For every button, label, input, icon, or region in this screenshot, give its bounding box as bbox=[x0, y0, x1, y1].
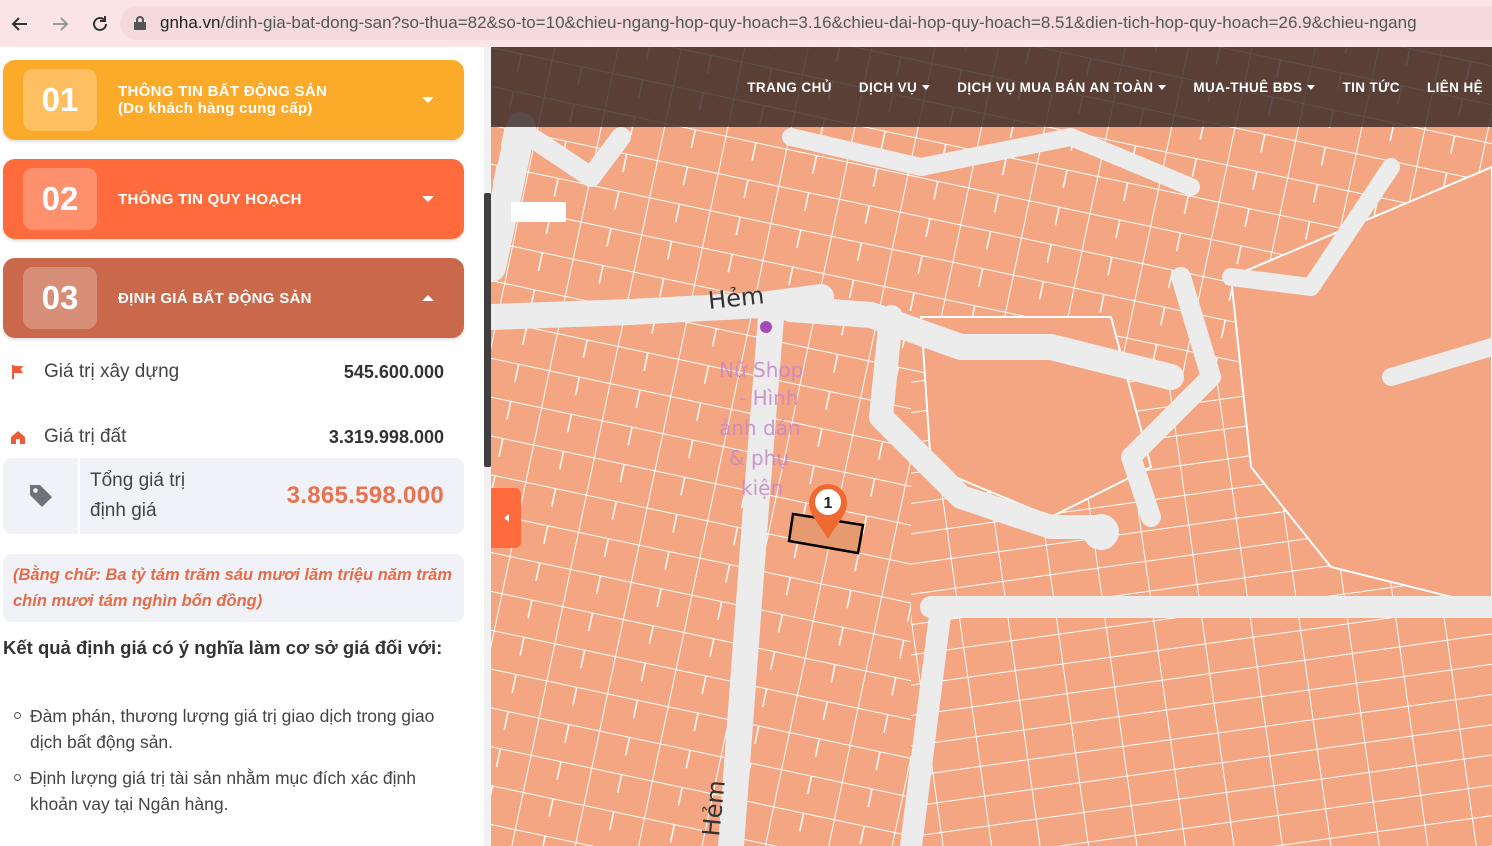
nav-safe-trade[interactable]: DỊCH VỤ MUA BÁN AN TOÀN bbox=[957, 80, 1167, 95]
browser-toolbar: gnha.vn/dinh-gia-bat-dong-san?so-thua=82… bbox=[0, 0, 1492, 47]
build-value-label: Giá trị xây dựng bbox=[44, 361, 180, 382]
build-value-row: Giá trị xây dựng 545.600.000 bbox=[3, 357, 464, 387]
total-value: 3.865.598.000 bbox=[286, 482, 444, 509]
step-number: 01 bbox=[23, 69, 97, 131]
marker-label: 1 bbox=[824, 495, 833, 512]
meaning-heading: Kết quả định giá có ý nghĩa làm cơ sở gi… bbox=[3, 637, 443, 658]
map-view[interactable]: Hẻm Hẻm Nữ Shop - Hình ảnh dán & phụ kiệ… bbox=[491, 47, 1492, 846]
chevron-down-icon bbox=[422, 196, 434, 202]
step-number: 03 bbox=[23, 267, 97, 329]
accordion-title: ĐỊNH GIÁ BẤT ĐỘNG SẢN bbox=[118, 289, 312, 307]
nav-buy-rent[interactable]: MUA-THUÊ BĐS bbox=[1193, 80, 1316, 95]
accordion-title: THÔNG TIN BẤT ĐỘNG SẢN (Do khách hàng cu… bbox=[118, 83, 328, 117]
caret-down-icon bbox=[922, 85, 931, 91]
list-item: Đàm phán, thương lượng giá trị giao dịch… bbox=[14, 703, 454, 755]
accordion-property-info[interactable]: 01 THÔNG TIN BẤT ĐỘNG SẢN (Do khách hàng… bbox=[3, 60, 464, 140]
lock-icon[interactable] bbox=[134, 16, 146, 30]
land-value: 3.319.998.000 bbox=[328, 426, 444, 447]
land-value-label: Giá trị đất bbox=[44, 426, 127, 447]
street-label-top: Hẻm bbox=[707, 281, 766, 315]
nav-services[interactable]: DỊCH VỤ bbox=[859, 80, 931, 95]
nav-contact[interactable]: LIÊN HỆ bbox=[1427, 80, 1483, 95]
nav-news[interactable]: TIN TỨC bbox=[1342, 80, 1400, 95]
accordion-valuation[interactable]: 03 ĐỊNH GIÁ BẤT ĐỘNG SẢN bbox=[3, 258, 464, 338]
step-number: 02 bbox=[23, 168, 97, 230]
flag-icon bbox=[3, 364, 33, 380]
street-label-bottom: Hẻm bbox=[697, 779, 731, 838]
poi-dot[interactable] bbox=[760, 321, 772, 333]
total-value-box: Tổng giá trị định giá 3.865.598.000 bbox=[3, 458, 464, 534]
amount-in-words: (Bằng chữ: Ba tỷ tám trăm sáu mươi lăm t… bbox=[3, 554, 464, 622]
collapse-panel-button[interactable] bbox=[491, 488, 521, 548]
caret-down-icon bbox=[1307, 85, 1316, 91]
back-arrow-icon[interactable] bbox=[0, 4, 40, 44]
valuation-panel: 01 THÔNG TIN BẤT ĐỘNG SẢN (Do khách hàng… bbox=[0, 47, 484, 846]
chevron-down-icon bbox=[422, 97, 434, 103]
meaning-list: Đàm phán, thương lượng giá trị giao dịch… bbox=[14, 703, 454, 827]
address-bar[interactable]: gnha.vn/dinh-gia-bat-dong-san?so-thua=82… bbox=[120, 6, 1492, 40]
reload-icon[interactable] bbox=[80, 4, 120, 44]
land-value-row: Giá trị đất 3.319.998.000 bbox=[3, 422, 464, 452]
scrollbar-thumb[interactable] bbox=[484, 193, 491, 467]
caret-down-icon bbox=[1158, 85, 1167, 91]
accordion-planning-info[interactable]: 02 THÔNG TIN QUY HOẠCH bbox=[3, 159, 464, 239]
top-navigation: TRANG CHỦ DỊCH VỤ DỊCH VỤ MUA BÁN AN TOÀ… bbox=[491, 47, 1492, 127]
chevron-left-icon bbox=[503, 514, 509, 522]
chevron-up-icon bbox=[422, 295, 434, 301]
total-value-label: Tổng giá trị định giá bbox=[90, 470, 186, 521]
house-icon bbox=[3, 429, 33, 445]
tag-icon bbox=[3, 458, 80, 534]
nav-home[interactable]: TRANG CHỦ bbox=[747, 80, 832, 95]
accordion-title: THÔNG TIN QUY HOẠCH bbox=[118, 190, 302, 208]
build-value: 545.600.000 bbox=[343, 361, 444, 382]
url-text: gnha.vn/dinh-gia-bat-dong-san?so-thua=82… bbox=[160, 13, 1417, 32]
forward-arrow-icon[interactable] bbox=[40, 4, 80, 44]
list-item: Định lượng giá trị tài sản nhằm mục đích… bbox=[14, 765, 454, 817]
